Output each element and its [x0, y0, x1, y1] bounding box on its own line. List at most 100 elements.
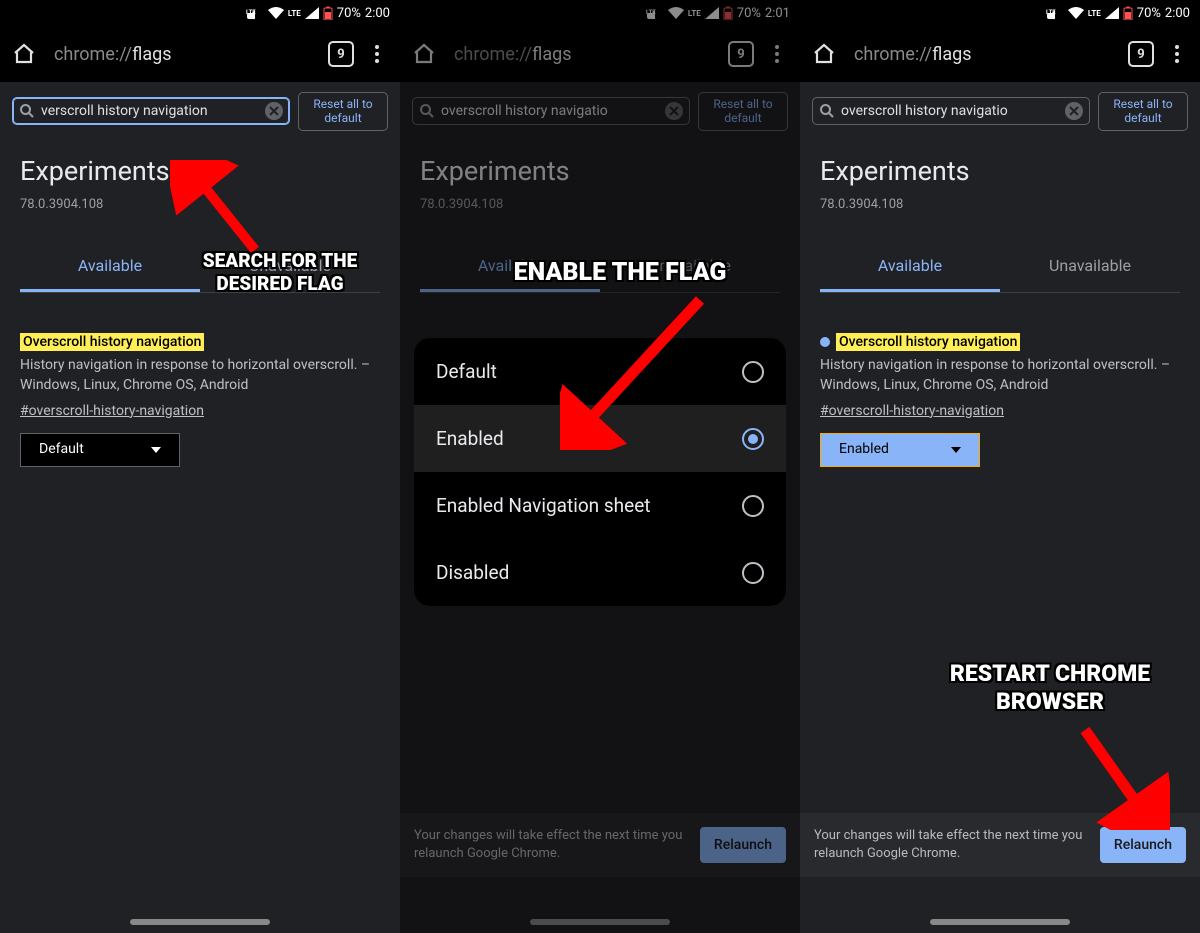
- flag-title: Overscroll history navigation: [836, 333, 1020, 351]
- flag-description: History navigation in response to horizo…: [20, 356, 380, 395]
- home-icon[interactable]: [6, 36, 42, 72]
- reset-all-button[interactable]: Reset all to default: [1098, 92, 1188, 131]
- tab-available[interactable]: Available: [20, 242, 200, 292]
- clock-text: 2:01: [765, 6, 790, 21]
- browser-toolbar: chrome://flags 9: [400, 26, 800, 82]
- chevron-down-icon: [951, 447, 961, 453]
- search-input[interactable]: [441, 103, 659, 119]
- tab-switcher[interactable]: 9: [1128, 41, 1154, 67]
- flag-option-disabled[interactable]: Disabled: [414, 539, 786, 606]
- home-icon[interactable]: [406, 36, 442, 72]
- tab-available[interactable]: Available: [820, 242, 1000, 292]
- option-label: Disabled: [436, 561, 509, 584]
- tab-switcher[interactable]: 9: [728, 41, 754, 67]
- chrome-version: 78.0.3904.108: [20, 197, 380, 212]
- clear-icon[interactable]: [665, 102, 683, 120]
- url-slug: flags: [932, 44, 971, 65]
- url-field[interactable]: chrome://flags: [48, 44, 322, 65]
- relaunch-bar: Your changes will take effect the next t…: [800, 813, 1200, 877]
- url-slug: flags: [132, 44, 171, 65]
- flag-result: Overscroll history navigation History na…: [820, 333, 1180, 467]
- option-label: Enabled: [436, 427, 504, 450]
- relaunch-button[interactable]: Relaunch: [700, 827, 786, 863]
- tab-unavailable[interactable]: Unavailable: [1000, 242, 1180, 292]
- screenshot-step-3: LTE LTE 70% 2:00 chrome://flags 9 Reset …: [800, 0, 1200, 933]
- url-prefix: chrome://: [54, 44, 132, 65]
- tab-unavailable[interactable]: Unavailable: [600, 242, 780, 292]
- signal-icon: [705, 7, 719, 19]
- url-prefix: chrome://: [854, 44, 932, 65]
- radio-icon: [742, 428, 764, 450]
- flag-anchor-link[interactable]: #overscroll-history-navigation: [20, 402, 204, 422]
- flag-option-default[interactable]: Default: [414, 338, 786, 405]
- flag-option-enabled[interactable]: Enabled: [414, 405, 786, 472]
- home-icon[interactable]: [806, 36, 842, 72]
- volte-icon: LTE: [1046, 6, 1064, 20]
- reset-all-button[interactable]: Reset all to default: [298, 92, 388, 131]
- search-row: Reset all to default: [0, 82, 400, 139]
- search-input[interactable]: [841, 103, 1059, 119]
- gesture-nav-pill[interactable]: [130, 919, 270, 925]
- option-label: Default: [436, 360, 497, 383]
- flag-options-popup: Default Enabled Enabled Navigation sheet…: [414, 338, 786, 606]
- chrome-version: 78.0.3904.108: [820, 197, 1180, 212]
- status-bar: LTE LTE 70% 2:01: [400, 0, 800, 26]
- clear-icon[interactable]: [1065, 102, 1083, 120]
- radio-icon: [742, 495, 764, 517]
- battery-icon: [323, 6, 333, 20]
- tab-available[interactable]: Available: [420, 242, 600, 292]
- overflow-menu-icon[interactable]: [360, 37, 394, 71]
- clock-text: 2:00: [365, 6, 390, 21]
- relaunch-message: Your changes will take effect the next t…: [414, 827, 688, 863]
- signal-icon: [1105, 7, 1119, 19]
- search-input-container: [412, 97, 690, 125]
- reset-all-button[interactable]: Reset all to default: [698, 92, 788, 131]
- battery-text: 70%: [337, 6, 361, 21]
- flag-title: Overscroll history navigation: [20, 333, 204, 351]
- flag-option-enabled-navigation-sheet[interactable]: Enabled Navigation sheet: [414, 472, 786, 539]
- overflow-menu-icon[interactable]: [760, 37, 794, 71]
- flag-result: Overscroll history navigation History na…: [20, 333, 380, 467]
- status-bar: LTE LTE 70% 2:00: [800, 0, 1200, 26]
- search-icon: [819, 103, 835, 119]
- search-input[interactable]: [41, 103, 259, 119]
- lte-icon: LTE: [688, 9, 701, 18]
- search-row: Reset all to default: [800, 82, 1200, 139]
- clock-text: 2:00: [1165, 6, 1190, 21]
- radio-icon: [742, 562, 764, 584]
- flag-dropdown[interactable]: Enabled: [820, 433, 1180, 467]
- search-icon: [19, 103, 35, 119]
- flag-anchor-link[interactable]: #overscroll-history-navigation: [820, 402, 1004, 422]
- url-field[interactable]: chrome://flags: [848, 44, 1122, 65]
- gesture-nav-pill[interactable]: [530, 919, 670, 925]
- chevron-down-icon: [151, 447, 161, 453]
- gesture-nav-pill[interactable]: [930, 919, 1070, 925]
- lte-icon: LTE: [288, 9, 301, 18]
- tab-unavailable[interactable]: Unavailable: [200, 242, 380, 292]
- relaunch-button[interactable]: Relaunch: [1100, 827, 1186, 863]
- result-tabs: Available Unavailable: [420, 242, 780, 293]
- relaunch-bar: Your changes will take effect the next t…: [400, 813, 800, 877]
- url-field[interactable]: chrome://flags: [448, 44, 722, 65]
- browser-toolbar: chrome://flags 9: [800, 26, 1200, 82]
- battery-icon: [723, 6, 733, 20]
- wifi-icon: [268, 7, 284, 19]
- modified-indicator-icon: [820, 337, 830, 347]
- screenshot-step-2: LTE LTE 70% 2:01 chrome://flags 9 Reset …: [400, 0, 800, 933]
- overflow-menu-icon[interactable]: [1160, 37, 1194, 71]
- flag-dropdown-value: Enabled: [839, 440, 889, 460]
- flags-page: Reset all to default Experiments 78.0.39…: [800, 82, 1200, 933]
- tab-switcher[interactable]: 9: [328, 41, 354, 67]
- wifi-icon: [1068, 7, 1084, 19]
- url-prefix: chrome://: [454, 44, 532, 65]
- flag-dropdown[interactable]: Default: [20, 433, 380, 467]
- search-input-container: [812, 97, 1090, 125]
- url-slug: flags: [532, 44, 571, 65]
- battery-text: 70%: [737, 6, 761, 21]
- volte-icon: LTE: [646, 6, 664, 20]
- chrome-version: 78.0.3904.108: [420, 197, 780, 212]
- clear-icon[interactable]: [265, 102, 283, 120]
- page-title: Experiments: [420, 155, 780, 187]
- page-title: Experiments: [20, 155, 380, 187]
- radio-icon: [742, 361, 764, 383]
